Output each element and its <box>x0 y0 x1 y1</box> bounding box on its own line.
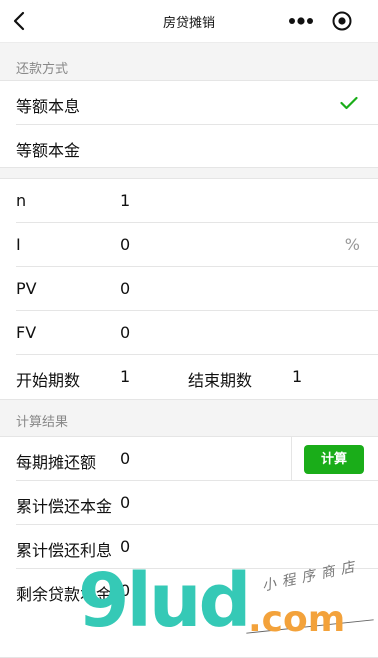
vertical-divider <box>291 437 292 481</box>
start-period-label: 开始期数 <box>16 371 81 390</box>
navigation-bar: 房贷摊销 <box>0 0 378 43</box>
i-input[interactable]: 0 <box>120 235 130 254</box>
checkmark-icon <box>340 96 358 110</box>
end-period-label: 结束期数 <box>188 371 253 390</box>
n-label: n <box>16 191 27 210</box>
percent-unit: % <box>344 235 360 254</box>
remaining-principal-label: 剩余贷款本金 <box>16 585 113 604</box>
option-equal-principal[interactable]: 等额本金 <box>0 125 378 167</box>
results-section-label: 计算结果 <box>16 415 69 430</box>
pv-input[interactable]: 0 <box>120 279 130 298</box>
i-label: I <box>16 235 21 254</box>
fv-label: FV <box>16 323 37 342</box>
period-range-row: 开始期数 1 结束期数 1 <box>0 355 378 399</box>
cumulative-interest-label: 累计偿还利息 <box>16 541 113 560</box>
n-input[interactable]: 1 <box>120 191 130 210</box>
cumulative-principal-label: 累计偿还本金 <box>16 497 113 516</box>
calculate-button[interactable]: 计算 <box>304 445 364 474</box>
remaining-principal-value: 0 <box>120 581 131 600</box>
results-group: 每期摊还额 0 计算 累计偿还本金 0 累计偿还利息 0 剩余贷款本金 0 <box>0 436 378 658</box>
remaining-principal-row: 剩余贷款本金 0 <box>0 569 378 613</box>
start-period-input[interactable]: 1 <box>120 367 130 386</box>
cumulative-principal-row: 累计偿还本金 0 <box>0 481 378 525</box>
page-title: 房贷摊销 <box>162 16 215 31</box>
repayment-method-section-label: 还款方式 <box>16 62 69 77</box>
pv-row: PV 0 <box>0 267 378 311</box>
target-icon[interactable] <box>332 11 352 31</box>
cumulative-principal-value: 0 <box>120 493 131 512</box>
n-row: n 1 <box>0 179 378 223</box>
option-equal-installment[interactable]: 等额本息 <box>0 81 378 125</box>
end-period-input[interactable]: 1 <box>292 367 302 386</box>
option-label: 等额本息 <box>16 97 81 116</box>
repayment-method-group: 等额本息 等额本金 <box>0 80 378 168</box>
more-dots-icon[interactable] <box>288 14 314 28</box>
i-row: I 0 % <box>0 223 378 267</box>
option-label: 等额本金 <box>16 141 81 160</box>
cumulative-interest-value: 0 <box>120 537 131 556</box>
per-period-payment-value: 0 <box>120 449 131 468</box>
per-period-payment-row: 每期摊还额 0 计算 <box>0 437 378 481</box>
cumulative-interest-row: 累计偿还利息 0 <box>0 525 378 569</box>
fv-input[interactable]: 0 <box>120 323 130 342</box>
pv-label: PV <box>16 279 37 298</box>
parameters-group: n 1 I 0 % PV 0 FV 0 开始期数 1 结束期数 1 <box>0 178 378 400</box>
per-period-payment-label: 每期摊还额 <box>16 453 97 472</box>
fv-row: FV 0 <box>0 311 378 355</box>
